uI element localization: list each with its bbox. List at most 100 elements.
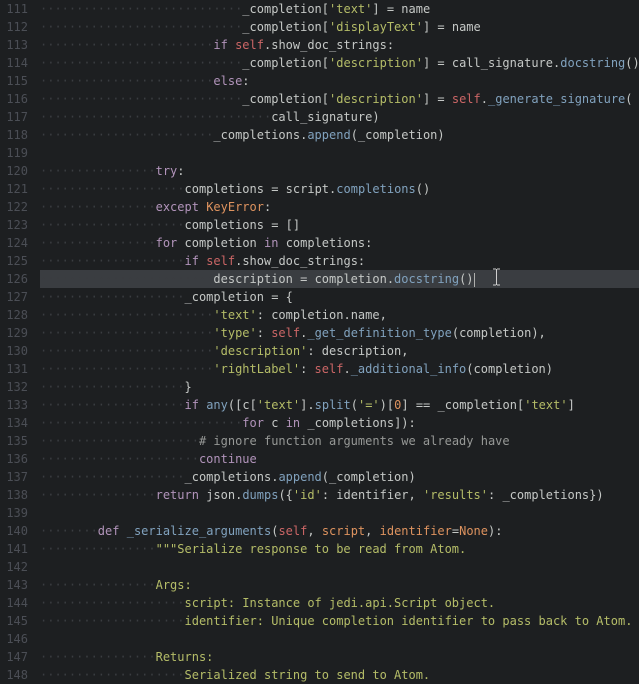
code-line[interactable]: ······················# ignore function …	[40, 432, 639, 450]
code-line[interactable]: ················Returns:	[40, 648, 639, 666]
code-line[interactable]: ······················continue	[40, 450, 639, 468]
indent-guides: ····························	[40, 2, 242, 16]
code-line[interactable]: ····················_completion = {	[40, 288, 639, 306]
code-line[interactable]: ························'type': self._ge…	[40, 324, 639, 342]
indent-guides: ········	[40, 524, 98, 538]
token-kw: except	[156, 200, 199, 214]
token-fn: _generate_signature	[488, 92, 625, 106]
code-editor[interactable]: 1111121131141151161171181191201211221231…	[0, 0, 639, 684]
token-op: [	[322, 92, 329, 106]
token-self: self	[315, 362, 344, 376]
token-name: _completion	[242, 92, 321, 106]
code-line[interactable]: ····················completions = []	[40, 216, 639, 234]
token-op	[177, 236, 184, 250]
token-str: """Serialize response to be read from At…	[156, 542, 467, 556]
code-line[interactable]: ················Args:	[40, 576, 639, 594]
token-fn: append	[307, 128, 350, 142]
token-op: ()	[416, 182, 430, 196]
token-self: self	[452, 92, 481, 106]
code-line[interactable]: ····················}	[40, 378, 639, 396]
indent-guides: ····················	[40, 398, 185, 412]
token-name: _completion	[242, 20, 321, 34]
code-line[interactable]: ····························for c in _co…	[40, 414, 639, 432]
token-kw: else	[213, 74, 242, 88]
line-number: 133	[6, 396, 28, 414]
token-op: :	[358, 254, 365, 268]
code-line[interactable]: ····················if self.show_doc_str…	[40, 252, 639, 270]
code-line[interactable]: ························'rightLabel': se…	[40, 360, 639, 378]
code-line[interactable]: ················try:	[40, 162, 639, 180]
token-str: 'description'	[213, 344, 307, 358]
indent-guides: ························	[40, 272, 213, 286]
code-line[interactable]: ····················completions = script…	[40, 180, 639, 198]
code-line[interactable]: ························'text': completi…	[40, 306, 639, 324]
code-line[interactable]	[40, 504, 639, 522]
indent-guides: ····················	[40, 668, 185, 682]
token-op: ==	[409, 398, 438, 412]
token-name: completions	[286, 236, 365, 250]
token-name: c	[242, 398, 249, 412]
token-op: :	[387, 38, 394, 52]
token-op: :	[300, 362, 314, 376]
token-name: _completion	[185, 290, 264, 304]
code-line[interactable]: ····················script: Instance of …	[40, 594, 639, 612]
token-name: name	[351, 308, 380, 322]
token-op: ):	[488, 524, 502, 538]
line-number: 114	[6, 54, 28, 72]
line-number: 126	[6, 270, 28, 288]
token-str: 'rightLabel'	[213, 362, 300, 376]
token-op: ]	[401, 398, 408, 412]
indent-guides: ····················	[40, 290, 185, 304]
line-number: 140	[6, 522, 28, 540]
code-line[interactable]: ····························_completion[…	[40, 90, 639, 108]
indent-guides: ················	[40, 200, 156, 214]
code-line[interactable]: ························description = co…	[40, 270, 639, 288]
code-line[interactable]: ························else:	[40, 72, 639, 90]
code-line[interactable]: ····················if any([c['text'].sp…	[40, 396, 639, 414]
indent-guides: ················	[40, 542, 156, 556]
code-line[interactable]: ················except KeyError:	[40, 198, 639, 216]
line-gutter: 1111121131141151161171181191201211221231…	[0, 0, 36, 684]
code-line[interactable]	[40, 558, 639, 576]
token-param: KeyError	[206, 200, 264, 214]
token-param: None	[459, 524, 488, 538]
line-number: 131	[6, 360, 28, 378]
code-line[interactable]: ····························_completion[…	[40, 0, 639, 18]
code-line[interactable]: ····························_completion[…	[40, 54, 639, 72]
line-number: 112	[6, 18, 28, 36]
code-line[interactable]: ················for completion in comple…	[40, 234, 639, 252]
token-op: .	[343, 308, 350, 322]
indent-guides: ························	[40, 344, 213, 358]
indent-guides: ····························	[40, 56, 242, 70]
token-op: ,	[365, 524, 379, 538]
code-line[interactable]: ························'description': d…	[40, 342, 639, 360]
code-area[interactable]: ····························_completion[…	[36, 0, 639, 684]
code-line[interactable]	[40, 144, 639, 162]
token-kw: for	[156, 236, 178, 250]
line-number: 119	[6, 144, 28, 162]
token-op: ]):	[394, 416, 416, 430]
code-line[interactable]: ················"""Serialize response to…	[40, 540, 639, 558]
code-line[interactable]	[40, 630, 639, 648]
token-str: 'description'	[329, 92, 423, 106]
code-line[interactable]: ································call_sig…	[40, 108, 639, 126]
code-line[interactable]: ················return json.dumps({'id':…	[40, 486, 639, 504]
indent-guides: ························	[40, 326, 213, 340]
token-op: =	[264, 290, 286, 304]
code-line[interactable]: ························if self.show_doc…	[40, 36, 639, 54]
code-line[interactable]: ····················identifier: Unique c…	[40, 612, 639, 630]
line-number: 115	[6, 72, 28, 90]
code-line[interactable]: ····················_completions.append(…	[40, 468, 639, 486]
code-line[interactable]: ········def _serialize_arguments(self, s…	[40, 522, 639, 540]
indent-guides: ································	[40, 110, 271, 124]
code-line[interactable]: ························_completions.app…	[40, 126, 639, 144]
line-number: 124	[6, 234, 28, 252]
code-line[interactable]: ····················Serialized string to…	[40, 666, 639, 684]
token-fn: _get_definition_type	[307, 326, 452, 340]
token-name: _completion	[242, 56, 321, 70]
token-str: Returns:	[156, 650, 214, 664]
code-line[interactable]: ····························_completion[…	[40, 18, 639, 36]
token-op: )	[380, 398, 387, 412]
token-op: =	[430, 92, 452, 106]
line-number: 137	[6, 468, 28, 486]
